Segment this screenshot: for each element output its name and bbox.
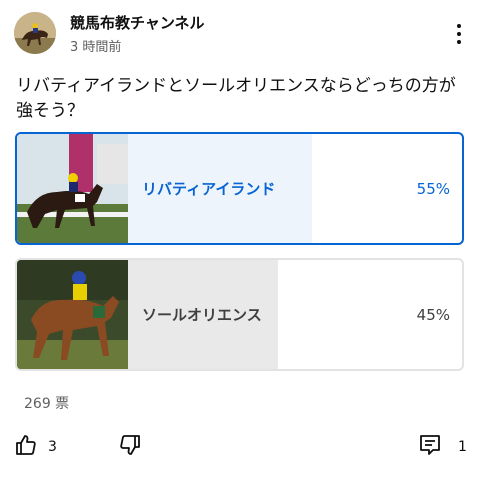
horse-race-photo-1 xyxy=(17,134,128,243)
poll-option-1[interactable]: リバティアイランド 55% xyxy=(15,132,464,245)
dislike-button[interactable] xyxy=(118,432,142,462)
poll-option-2[interactable]: ソールオリエンス 45% xyxy=(15,258,464,371)
channel-name[interactable]: 競馬布教チャンネル xyxy=(70,12,205,33)
horse-race-photo-2 xyxy=(17,260,128,369)
poll-option-1-percent: 55% xyxy=(416,179,450,198)
poll-option-2-percent: 45% xyxy=(416,305,450,324)
post-time: 3 時間前 xyxy=(70,40,122,55)
like-button[interactable]: 3 xyxy=(14,432,57,462)
more-options-icon[interactable] xyxy=(452,18,466,50)
poll-option-1-label: リバティアイランド xyxy=(142,180,276,198)
action-bar: 3 1 xyxy=(14,432,467,462)
channel-avatar[interactable] xyxy=(14,12,56,54)
post-header: 競馬布教チャンネル 3 時間前 xyxy=(14,12,466,56)
like-count: 3 xyxy=(48,439,57,455)
poll-option-2-label: ソールオリエンス xyxy=(142,306,262,324)
vote-count: 269 票 xyxy=(24,396,70,412)
thumbs-down-icon xyxy=(118,433,142,461)
comment-icon xyxy=(418,433,442,461)
thumbs-up-icon xyxy=(14,433,38,461)
comment-count: 1 xyxy=(458,439,467,455)
poll-question: リバティアイランドとソールオリエンスならどっちの方が強そう？ xyxy=(16,76,456,121)
comment-button[interactable]: 1 xyxy=(418,432,467,462)
